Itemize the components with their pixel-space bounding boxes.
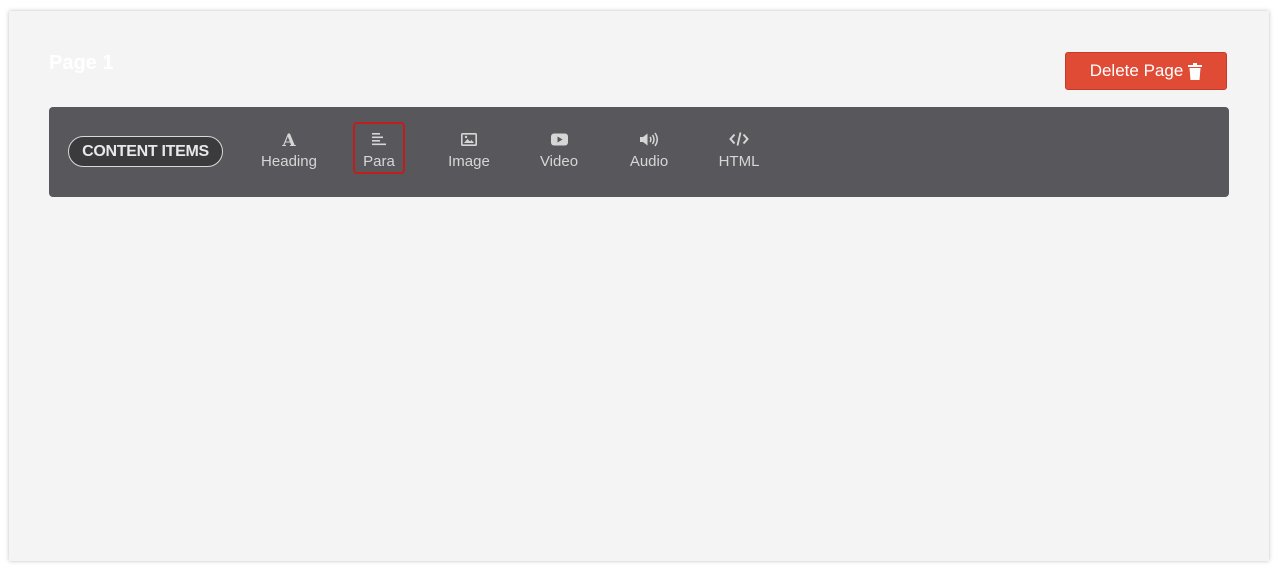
- trash-icon: [1188, 62, 1203, 80]
- tool-image-label: Image: [448, 153, 490, 170]
- heading-icon: A: [282, 129, 296, 149]
- svg-text:A: A: [282, 131, 296, 147]
- content-items-label: CONTENT ITEMS: [68, 136, 223, 167]
- tool-image[interactable]: Image: [434, 125, 504, 177]
- tool-heading[interactable]: A Heading: [254, 125, 324, 177]
- tool-html[interactable]: HTML: [704, 125, 774, 177]
- tool-video[interactable]: Video: [524, 125, 594, 177]
- tool-para[interactable]: Para: [344, 122, 414, 177]
- audio-icon: [639, 129, 659, 149]
- tool-audio[interactable]: Audio: [614, 125, 684, 177]
- delete-page-label: Delete Page: [1089, 61, 1184, 80]
- content-items-toolbar: CONTENT ITEMS A Heading Para Image Video…: [49, 107, 1229, 197]
- tool-audio-label: Audio: [629, 153, 669, 170]
- delete-page-button[interactable]: Delete Page: [1065, 52, 1227, 90]
- image-icon: [461, 129, 477, 149]
- page-title: Page 1: [49, 52, 114, 74]
- page-card: Page 1 Delete Page CONTENT ITEMS A Headi…: [9, 11, 1269, 561]
- code-icon: [729, 129, 749, 149]
- video-icon: [550, 129, 568, 149]
- tool-video-label: Video: [539, 153, 579, 170]
- selection-outline: [353, 122, 405, 174]
- tool-heading-label: Heading: [261, 153, 317, 170]
- tool-html-label: HTML: [718, 153, 760, 170]
